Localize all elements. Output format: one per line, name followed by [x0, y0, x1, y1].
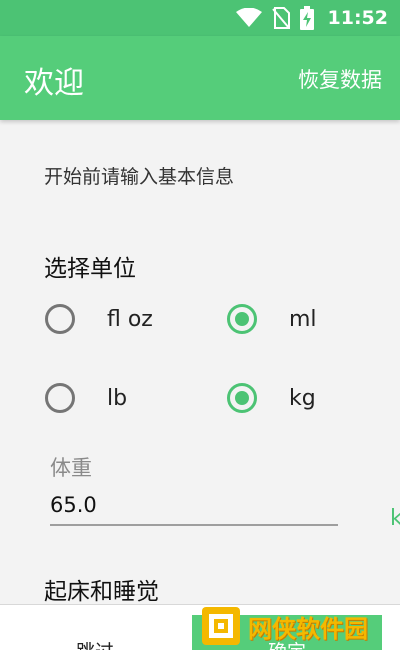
weight-unit-label: k: [390, 506, 400, 531]
battery-charging-icon: [299, 6, 314, 30]
intro-text: 开始前请输入基本信息: [44, 166, 235, 188]
radio-unchecked-icon[interactable]: [45, 383, 75, 413]
units-section-title: 选择单位: [44, 256, 136, 282]
radio-lb[interactable]: lb: [45, 383, 127, 413]
radio-label-lb: lb: [107, 385, 128, 411]
radio-checked-icon[interactable]: [227, 383, 257, 413]
wifi-icon: [235, 8, 262, 28]
radio-label-fl-oz: fl oz: [107, 306, 153, 332]
status-bar: 11:52: [0, 0, 400, 36]
weight-field-label: 体重: [50, 456, 92, 480]
no-sim-icon: [271, 7, 290, 29]
radio-ml[interactable]: ml: [227, 304, 317, 334]
skip-button[interactable]: 跳过: [0, 605, 190, 650]
radio-label-ml: ml: [289, 306, 317, 332]
clock-time: 11:52: [327, 7, 388, 29]
radio-unchecked-icon[interactable]: [45, 304, 75, 334]
radio-checked-icon[interactable]: [227, 304, 257, 334]
main-content: 开始前请输入基本信息 选择单位 fl oz ml lb kg 体重 k 起床和睡…: [0, 120, 400, 604]
radio-label-kg: kg: [289, 385, 316, 411]
restore-data-button[interactable]: 恢复数据: [298, 64, 382, 94]
page-title: 欢迎: [24, 66, 84, 101]
weight-input[interactable]: [50, 490, 338, 526]
watermark-logo-icon: [200, 605, 242, 647]
wake-sleep-section-title: 起床和睡觉: [44, 579, 159, 604]
radio-kg[interactable]: kg: [227, 383, 316, 413]
app-bar: 欢迎 恢复数据: [0, 36, 400, 120]
watermark-text: 网侠软件园: [248, 614, 368, 643]
watermark: 网侠软件园: [200, 602, 395, 650]
radio-fl-oz[interactable]: fl oz: [45, 304, 153, 334]
